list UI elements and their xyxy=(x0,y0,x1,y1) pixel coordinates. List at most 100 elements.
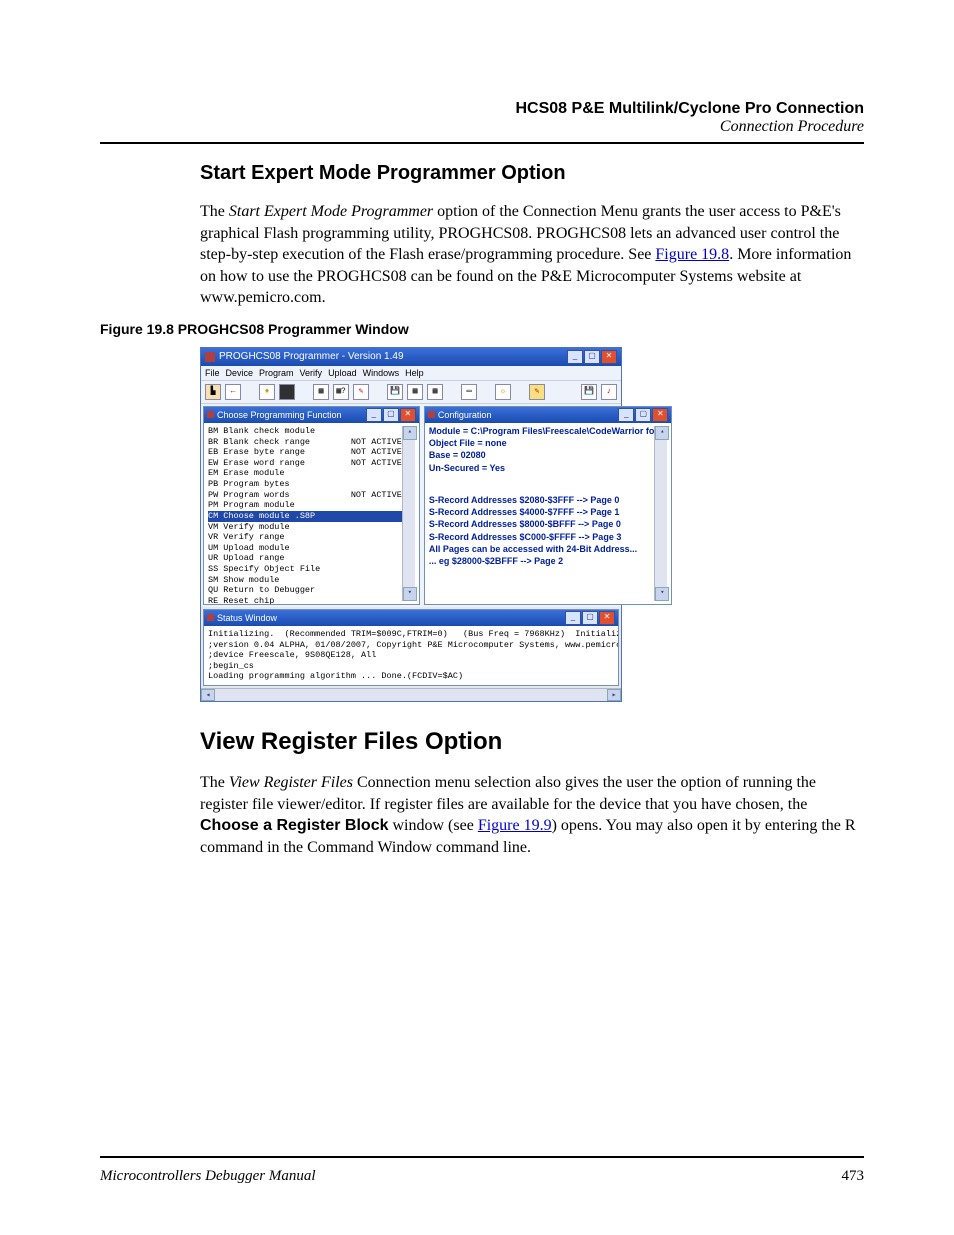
programming-function-list[interactable]: BM Blank check module BR Blank check ran… xyxy=(204,423,419,604)
configuration-panel: Configuration _ ▢ ✕ Module = C:\Program … xyxy=(424,406,672,605)
list-item[interactable]: PW Program words NOT ACTIVE xyxy=(208,490,402,501)
scroll-up-icon[interactable]: ▴ xyxy=(655,426,669,440)
toolbar-icon[interactable]: ▦ xyxy=(407,384,423,400)
window-titlebar: PROGHCS08 Programmer - Version 1.49 _ ▢ … xyxy=(201,348,621,366)
list-item[interactable]: UR Upload range xyxy=(208,553,402,564)
panel-minimize-button[interactable]: _ xyxy=(565,611,581,625)
minimize-button[interactable]: _ xyxy=(567,350,583,364)
panel-title: Status Window xyxy=(217,613,277,623)
menu-program[interactable]: Program xyxy=(259,368,294,378)
window-title: PROGHCS08 Programmer - Version 1.49 xyxy=(219,351,404,362)
list-item[interactable]: BR Blank check range NOT ACTIVE xyxy=(208,437,402,448)
config-line: Object File = none xyxy=(429,438,654,449)
figure-link-19-8[interactable]: Figure 19.8 xyxy=(655,246,729,263)
toolbar-icon[interactable]: ▦ xyxy=(427,384,443,400)
config-line: Module = C:\Program Files\Freescale\Code… xyxy=(429,426,654,437)
config-line: S-Record Addresses $8000-$BFFF --> Page … xyxy=(429,519,654,530)
page-header-title: HCS08 P&E Multilink/Cyclone Pro Connecti… xyxy=(100,100,864,118)
panel-close-button[interactable]: ✕ xyxy=(599,611,615,625)
app-icon xyxy=(205,352,215,362)
toolbar-icon[interactable]: ▦? xyxy=(333,384,349,400)
toolbar-icon[interactable]: ♪ xyxy=(601,384,617,400)
menu-file[interactable]: File xyxy=(205,368,220,378)
scroll-down-icon[interactable]: ▾ xyxy=(655,587,669,601)
scroll-down-icon[interactable]: ▾ xyxy=(403,587,417,601)
toolbar-icon[interactable]: ♦ xyxy=(259,384,275,400)
list-item[interactable]: EW Erase word range NOT ACTIVE xyxy=(208,458,402,469)
toolbar-icon[interactable]: ▭ xyxy=(461,384,477,400)
toolbar-icon[interactable]: ← xyxy=(225,384,241,400)
text-bold: Choose a Register Block xyxy=(200,817,389,834)
panel-maximize-button[interactable]: ▢ xyxy=(582,611,598,625)
footer-manual-title: Microcontrollers Debugger Manual xyxy=(100,1168,316,1185)
status-body: Initializing. (Recommended TRIM=$009C,FT… xyxy=(204,626,618,685)
figure-link-19-9[interactable]: Figure 19.9 xyxy=(478,817,552,834)
section-heading-view-register: View Register Files Option xyxy=(200,728,864,756)
scroll-right-icon[interactable]: ▸ xyxy=(607,689,621,701)
toolbar-icon[interactable]: ▙ xyxy=(205,384,221,400)
list-item[interactable]: QU Return to Debugger xyxy=(208,585,402,596)
text-italic: View Register Files xyxy=(229,774,353,791)
config-line: Un-Secured = Yes xyxy=(429,463,654,474)
list-item[interactable]: PM Program module xyxy=(208,500,402,511)
list-item[interactable]: EB Erase byte range NOT ACTIVE xyxy=(208,447,402,458)
list-item[interactable]: SS Specify Object File xyxy=(208,564,402,575)
list-item-selected[interactable]: CM Choose module .S8P xyxy=(208,511,402,522)
horizontal-scrollbar[interactable]: ◂ ▸ xyxy=(201,688,621,701)
menu-device[interactable]: Device xyxy=(226,368,254,378)
scroll-left-icon[interactable]: ◂ xyxy=(201,689,215,701)
config-line: All Pages can be accessed with 24-Bit Ad… xyxy=(429,544,654,555)
panel-close-button[interactable]: ✕ xyxy=(400,408,416,422)
text-italic: Start Expert Mode Programmer xyxy=(229,203,433,220)
close-button[interactable]: ✕ xyxy=(601,350,617,364)
toolbar-icon[interactable]: ✎ xyxy=(529,384,545,400)
panel-maximize-button[interactable]: ▢ xyxy=(635,408,651,422)
list-item[interactable]: UM Upload module xyxy=(208,543,402,554)
text: The xyxy=(200,203,229,220)
configuration-body: Module = C:\Program Files\Freescale\Code… xyxy=(425,423,671,604)
config-line: S-Record Addresses $C000-$FFFF --> Page … xyxy=(429,532,654,543)
menu-help[interactable]: Help xyxy=(405,368,424,378)
config-line: ... eg $28000-$2BFFF --> Page 2 xyxy=(429,556,654,567)
menu-windows[interactable]: Windows xyxy=(363,368,400,378)
section1-paragraph: The Start Expert Mode Programmer option … xyxy=(200,201,864,309)
text: The xyxy=(200,774,229,791)
text: window (see xyxy=(389,817,478,834)
panel-minimize-button[interactable]: _ xyxy=(366,408,382,422)
toolbar-icon[interactable]: ☼ xyxy=(495,384,511,400)
status-window-panel: Status Window _ ▢ ✕ Initializing. (Recom… xyxy=(203,609,619,686)
panel-title: Choose Programming Function xyxy=(217,410,342,420)
toolbar-icon[interactable]: 💾 xyxy=(581,384,597,400)
list-item[interactable]: SM Show module xyxy=(208,575,402,586)
list-item[interactable]: RE Reset chip xyxy=(208,596,402,604)
menu-upload[interactable]: Upload xyxy=(328,368,357,378)
toolbar-icon[interactable]: 💾 xyxy=(387,384,403,400)
config-line: S-Record Addresses $4000-$7FFF --> Page … xyxy=(429,507,654,518)
toolbar: ▙ ← ♦ ▦ ▦? ✎ 💾 ▦ ▦ ▭ ☼ ✎ 💾 ♪ xyxy=(201,380,621,404)
list-item[interactable]: EM Erase module xyxy=(208,468,402,479)
figure-caption: Figure 19.8 PROGHCS08 Programmer Window xyxy=(100,321,864,337)
config-line: S-Record Addresses $2080-$3FFF --> Page … xyxy=(429,495,654,506)
section-heading-start-expert: Start Expert Mode Programmer Option xyxy=(200,162,864,185)
scroll-up-icon[interactable]: ▴ xyxy=(403,426,417,440)
page-header-subtitle: Connection Procedure xyxy=(100,118,864,136)
list-item[interactable]: PB Program bytes xyxy=(208,479,402,490)
list-item[interactable]: BM Blank check module xyxy=(208,426,402,437)
choose-programming-function-panel: Choose Programming Function _ ▢ ✕ BM Bla… xyxy=(203,406,420,605)
list-item[interactable]: VM Verify module xyxy=(208,522,402,533)
toolbar-icon[interactable]: ✎ xyxy=(353,384,369,400)
programmer-window: PROGHCS08 Programmer - Version 1.49 _ ▢ … xyxy=(200,347,622,702)
footer-divider xyxy=(100,1156,864,1158)
toolbar-icon[interactable] xyxy=(279,384,295,400)
panel-maximize-button[interactable]: ▢ xyxy=(383,408,399,422)
list-item[interactable]: VR Verify range xyxy=(208,532,402,543)
maximize-button[interactable]: ▢ xyxy=(584,350,600,364)
page-number: 473 xyxy=(842,1168,865,1185)
section2-paragraph: The View Register Files Connection menu … xyxy=(200,772,864,858)
panel-minimize-button[interactable]: _ xyxy=(618,408,634,422)
menu-verify[interactable]: Verify xyxy=(300,368,323,378)
toolbar-icon[interactable]: ▦ xyxy=(313,384,329,400)
config-line: Base = 02080 xyxy=(429,450,654,461)
header-divider xyxy=(100,142,864,144)
panel-close-button[interactable]: ✕ xyxy=(652,408,668,422)
